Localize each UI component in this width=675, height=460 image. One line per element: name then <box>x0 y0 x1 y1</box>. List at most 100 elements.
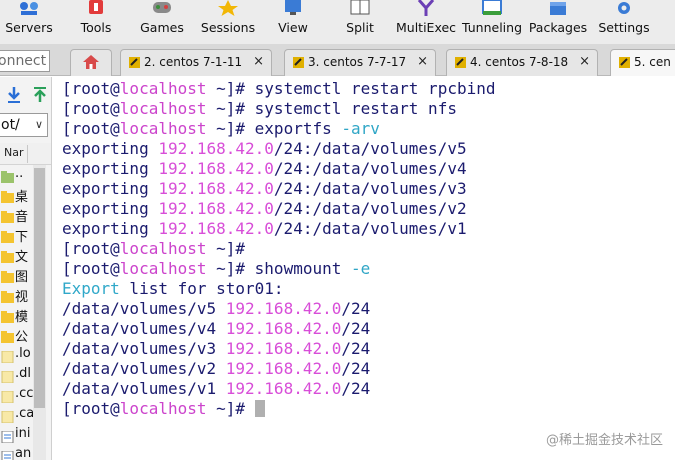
terminal-text: exporting <box>62 219 159 238</box>
file-list-item[interactable]: 桌 <box>0 185 32 205</box>
chevron-down-icon: ∨ <box>34 118 43 131</box>
toolbar-label: MultiExec <box>396 20 457 35</box>
terminal-text: /24:/data/volumes/v5 <box>273 139 467 158</box>
terminal-text: /data/volumes/v2 <box>62 359 226 378</box>
file-list-item[interactable]: ini <box>0 425 32 445</box>
file-list-item[interactable]: .. <box>0 165 32 185</box>
file-list-item[interactable]: 音 <box>0 205 32 225</box>
file-icon <box>1 388 14 404</box>
terminal-output[interactable]: [root@localhost ~]# systemctl restart rp… <box>53 77 675 460</box>
terminal-text: ~]# showmount <box>206 259 351 278</box>
toolbar-games-button[interactable]: Games <box>136 0 188 44</box>
download-icon[interactable] <box>5 85 23 105</box>
file-list-item[interactable]: 视 <box>0 285 32 305</box>
terminal-line: exporting 192.168.42.0/24:/data/volumes/… <box>62 199 467 219</box>
toolbar-multiexec-button[interactable]: MultiExec <box>396 0 456 44</box>
file-list-header[interactable]: Nar <box>0 143 51 165</box>
terminal-line: [root@localhost ~]# showmount -e <box>62 259 370 279</box>
tab-close-icon[interactable]: × <box>417 50 428 74</box>
terminal-line: /data/volumes/v2 192.168.42.0/24 <box>62 359 370 379</box>
terminal-line: /data/volumes/v1 192.168.42.0/24 <box>62 379 370 399</box>
tools-icon <box>89 0 103 14</box>
terminal-line: /data/volumes/v4 192.168.42.0/24 <box>62 319 370 339</box>
terminal-text: exporting <box>62 199 159 218</box>
terminal-line: [root@localhost ~]# systemctl restart nf… <box>62 99 457 119</box>
file-list-item[interactable]: an <box>0 445 32 460</box>
terminal-text: [root@ <box>62 259 120 278</box>
tab-label: 5. cen <box>634 55 671 69</box>
terminal-text: ~]# systemctl restart nfs <box>206 99 457 118</box>
remote-path-select[interactable]: ot/ ∨ <box>0 113 48 137</box>
tab-close-icon[interactable]: × <box>579 50 590 74</box>
tab-session-4[interactable]: 4. centos 7-8-18 × <box>446 49 598 76</box>
sftp-sidebar: ot/ ∨ Nar .. 桌音下文图视模公 .lo .dl .cc .ca ini an <box>0 77 52 460</box>
terminal-line: /data/volumes/v3 192.168.42.0/24 <box>62 339 370 359</box>
tab-session-5[interactable]: 5. cen <box>610 49 675 76</box>
terminal-text: /24 <box>341 299 371 318</box>
terminal-text: /data/volumes/v5 <box>62 299 226 318</box>
terminal-text: 192.168.42.0 <box>158 139 274 158</box>
file-list-item[interactable]: .cc <box>0 385 33 405</box>
terminal-line: [root@localhost ~]# exportfs -arv <box>62 119 380 139</box>
terminal-line: exporting 192.168.42.0/24:/data/volumes/… <box>62 219 467 239</box>
terminal-line: exporting 192.168.42.0/24:/data/volumes/… <box>62 159 467 179</box>
terminal-text: /24:/data/volumes/v2 <box>273 199 467 218</box>
tab-session-3[interactable]: 3. centos 7-7-17 × <box>284 49 436 76</box>
toolbar-tunneling-button[interactable]: Tunneling <box>460 0 524 44</box>
terminal-text: /24:/data/volumes/v3 <box>273 179 467 198</box>
file-name: 模 <box>15 310 29 325</box>
terminal-text: /24 <box>341 319 371 338</box>
view-icon <box>285 0 301 15</box>
file-list-item[interactable]: 文 <box>0 245 32 265</box>
file-list-item[interactable]: .ca <box>0 405 34 425</box>
toolbar-settings-button[interactable]: Settings <box>596 0 652 44</box>
terminal-text: 192.168.42.0 <box>225 319 342 338</box>
toolbar-label: Games <box>140 20 184 35</box>
file-list-item[interactable]: .dl <box>0 365 32 385</box>
doc-file-icon <box>1 428 14 444</box>
file-list-item[interactable]: 下 <box>0 225 32 245</box>
tab-close-icon[interactable]: × <box>253 50 264 74</box>
toolbar-sessions-button[interactable]: Sessions <box>198 0 258 44</box>
terminal-text: localhost <box>119 259 207 278</box>
toolbar-servers-button[interactable]: Servers <box>0 0 58 44</box>
toolbar-label: View <box>278 20 308 35</box>
name-column-header: Nar <box>4 146 24 159</box>
tab-home[interactable] <box>70 49 112 76</box>
terminal-text: 192.168.42.0 <box>225 339 342 358</box>
file-list-scrollbar[interactable] <box>33 165 46 460</box>
terminal-text: /24 <box>341 339 371 358</box>
terminal-text: 192.168.42.0 <box>158 199 274 218</box>
column-divider[interactable] <box>27 145 28 163</box>
terminal-text: 192.168.42.0 <box>158 159 274 178</box>
toolbar-tools-button[interactable]: Tools <box>70 0 122 44</box>
terminal-text: -arv <box>341 119 380 138</box>
file-name: 图 <box>15 270 29 285</box>
terminal-text: /data/volumes/v3 <box>62 339 226 358</box>
scrollbar-thumb[interactable] <box>34 168 45 408</box>
terminal-text: /24:/data/volumes/v1 <box>273 219 467 238</box>
toolbar-label: Tunneling <box>462 20 522 35</box>
tab-session-2[interactable]: 2. centos 7-1-11 × <box>120 49 272 76</box>
terminal-cursor <box>254 400 265 417</box>
toolbar-split-button[interactable]: Split <box>338 0 382 44</box>
file-list-item[interactable]: 公 <box>0 325 32 345</box>
file-name: 音 <box>15 210 29 225</box>
toolbar-packages-button[interactable]: Packages <box>528 0 588 44</box>
terminal-key-icon <box>455 57 466 68</box>
terminal-text: ~]# systemctl restart rpcbind <box>206 79 496 98</box>
toolbar-view-button[interactable]: View <box>270 0 316 44</box>
quick-connect-input[interactable]: onnect <box>0 50 50 72</box>
file-icon <box>1 368 14 384</box>
file-name: 文 <box>15 250 29 265</box>
tab-label: 3. centos 7-7-17 <box>308 55 407 69</box>
file-list-item[interactable]: 图 <box>0 265 32 285</box>
terminal-text: ~]# <box>206 399 255 418</box>
file-list-item[interactable]: .lo <box>0 345 32 365</box>
file-list-item[interactable]: 模 <box>0 305 32 325</box>
terminal-text: [root@ <box>62 79 120 98</box>
file-name: .lo <box>15 346 31 361</box>
sessions-icon <box>218 0 238 16</box>
upload-icon[interactable] <box>31 85 49 105</box>
tunneling-icon <box>482 0 502 15</box>
